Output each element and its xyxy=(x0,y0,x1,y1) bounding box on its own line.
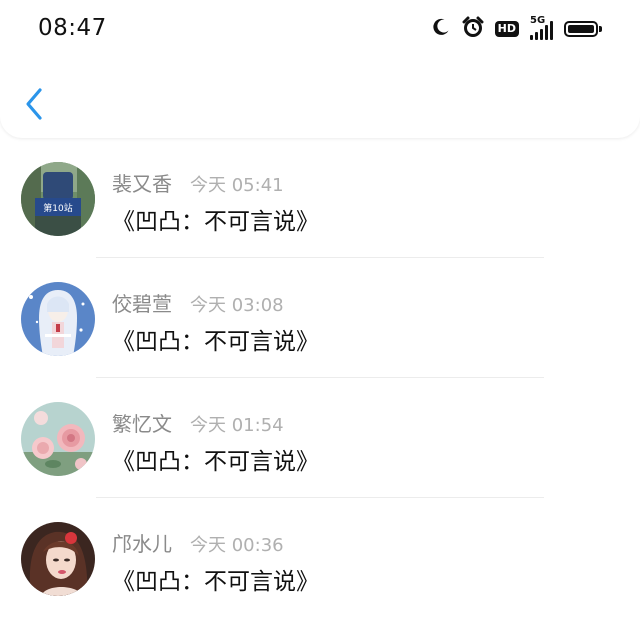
anime-girl-illustration xyxy=(21,282,95,356)
message-meta: 裴又香 今天 05:41 xyxy=(112,168,284,196)
message-list: 第10站 裴又香 今天 05:41 《凹凸：不可言说》 佼碧萱 今天 03:08… xyxy=(0,138,640,617)
5g-signal-icon: 5G xyxy=(530,15,553,40)
status-time: 08:47 xyxy=(38,15,107,41)
sender-name: 裴又香 xyxy=(112,172,172,196)
avatar-sign-text: 第10站 xyxy=(43,202,72,214)
message-item[interactable]: 佼碧萱 今天 03:08 《凹凸：不可言说》 xyxy=(0,258,640,378)
timestamp: 今天 00:36 xyxy=(190,535,284,556)
hd-icon: HD xyxy=(494,21,519,37)
message-text: 《凹凸：不可言说》 xyxy=(112,329,319,355)
station-sign-photo: 第10站 xyxy=(21,162,95,236)
back-button[interactable] xyxy=(20,84,50,124)
woman-portrait-photo xyxy=(21,522,95,596)
header: 08:47 HD 5G xyxy=(0,0,640,138)
chevron-left-icon xyxy=(26,88,42,120)
message-meta: 繁忆文 今天 01:54 xyxy=(112,408,284,436)
avatar[interactable] xyxy=(21,402,95,476)
avatar[interactable] xyxy=(21,522,95,596)
network-label: 5G xyxy=(530,15,546,26)
message-item[interactable]: 繁忆文 今天 01:54 《凹凸：不可言说》 xyxy=(0,378,640,498)
message-meta: 佼碧萱 今天 03:08 xyxy=(112,288,284,316)
status-bar: 08:47 HD 5G xyxy=(0,0,640,58)
message-text: 《凹凸：不可言说》 xyxy=(112,569,319,595)
timestamp: 今天 03:08 xyxy=(190,295,284,316)
message-text: 《凹凸：不可言说》 xyxy=(112,209,319,235)
sender-name: 佼碧萱 xyxy=(112,292,172,316)
alarm-icon xyxy=(462,16,484,42)
message-meta: 邝水儿 今天 00:36 xyxy=(112,528,284,556)
battery-icon xyxy=(564,21,602,37)
sender-name: 繁忆文 xyxy=(112,412,172,436)
status-icons: HD 5G xyxy=(431,15,602,43)
sender-name: 邝水儿 xyxy=(112,532,172,556)
message-text: 《凹凸：不可言说》 xyxy=(112,449,319,475)
message-item[interactable]: 第10站 裴又香 今天 05:41 《凹凸：不可言说》 xyxy=(0,138,640,258)
avatar[interactable] xyxy=(21,282,95,356)
message-item[interactable]: 邝水儿 今天 00:36 《凹凸：不可言说》 xyxy=(0,498,640,617)
avatar[interactable]: 第10站 xyxy=(21,162,95,236)
screen: 08:47 HD 5G 第10站 裴又香 今天 05:41 《凹凸：不可言说》 … xyxy=(0,0,640,617)
moon-icon xyxy=(431,17,451,41)
timestamp: 今天 05:41 xyxy=(190,175,284,196)
timestamp: 今天 01:54 xyxy=(190,415,284,436)
pink-roses-photo xyxy=(21,402,95,476)
